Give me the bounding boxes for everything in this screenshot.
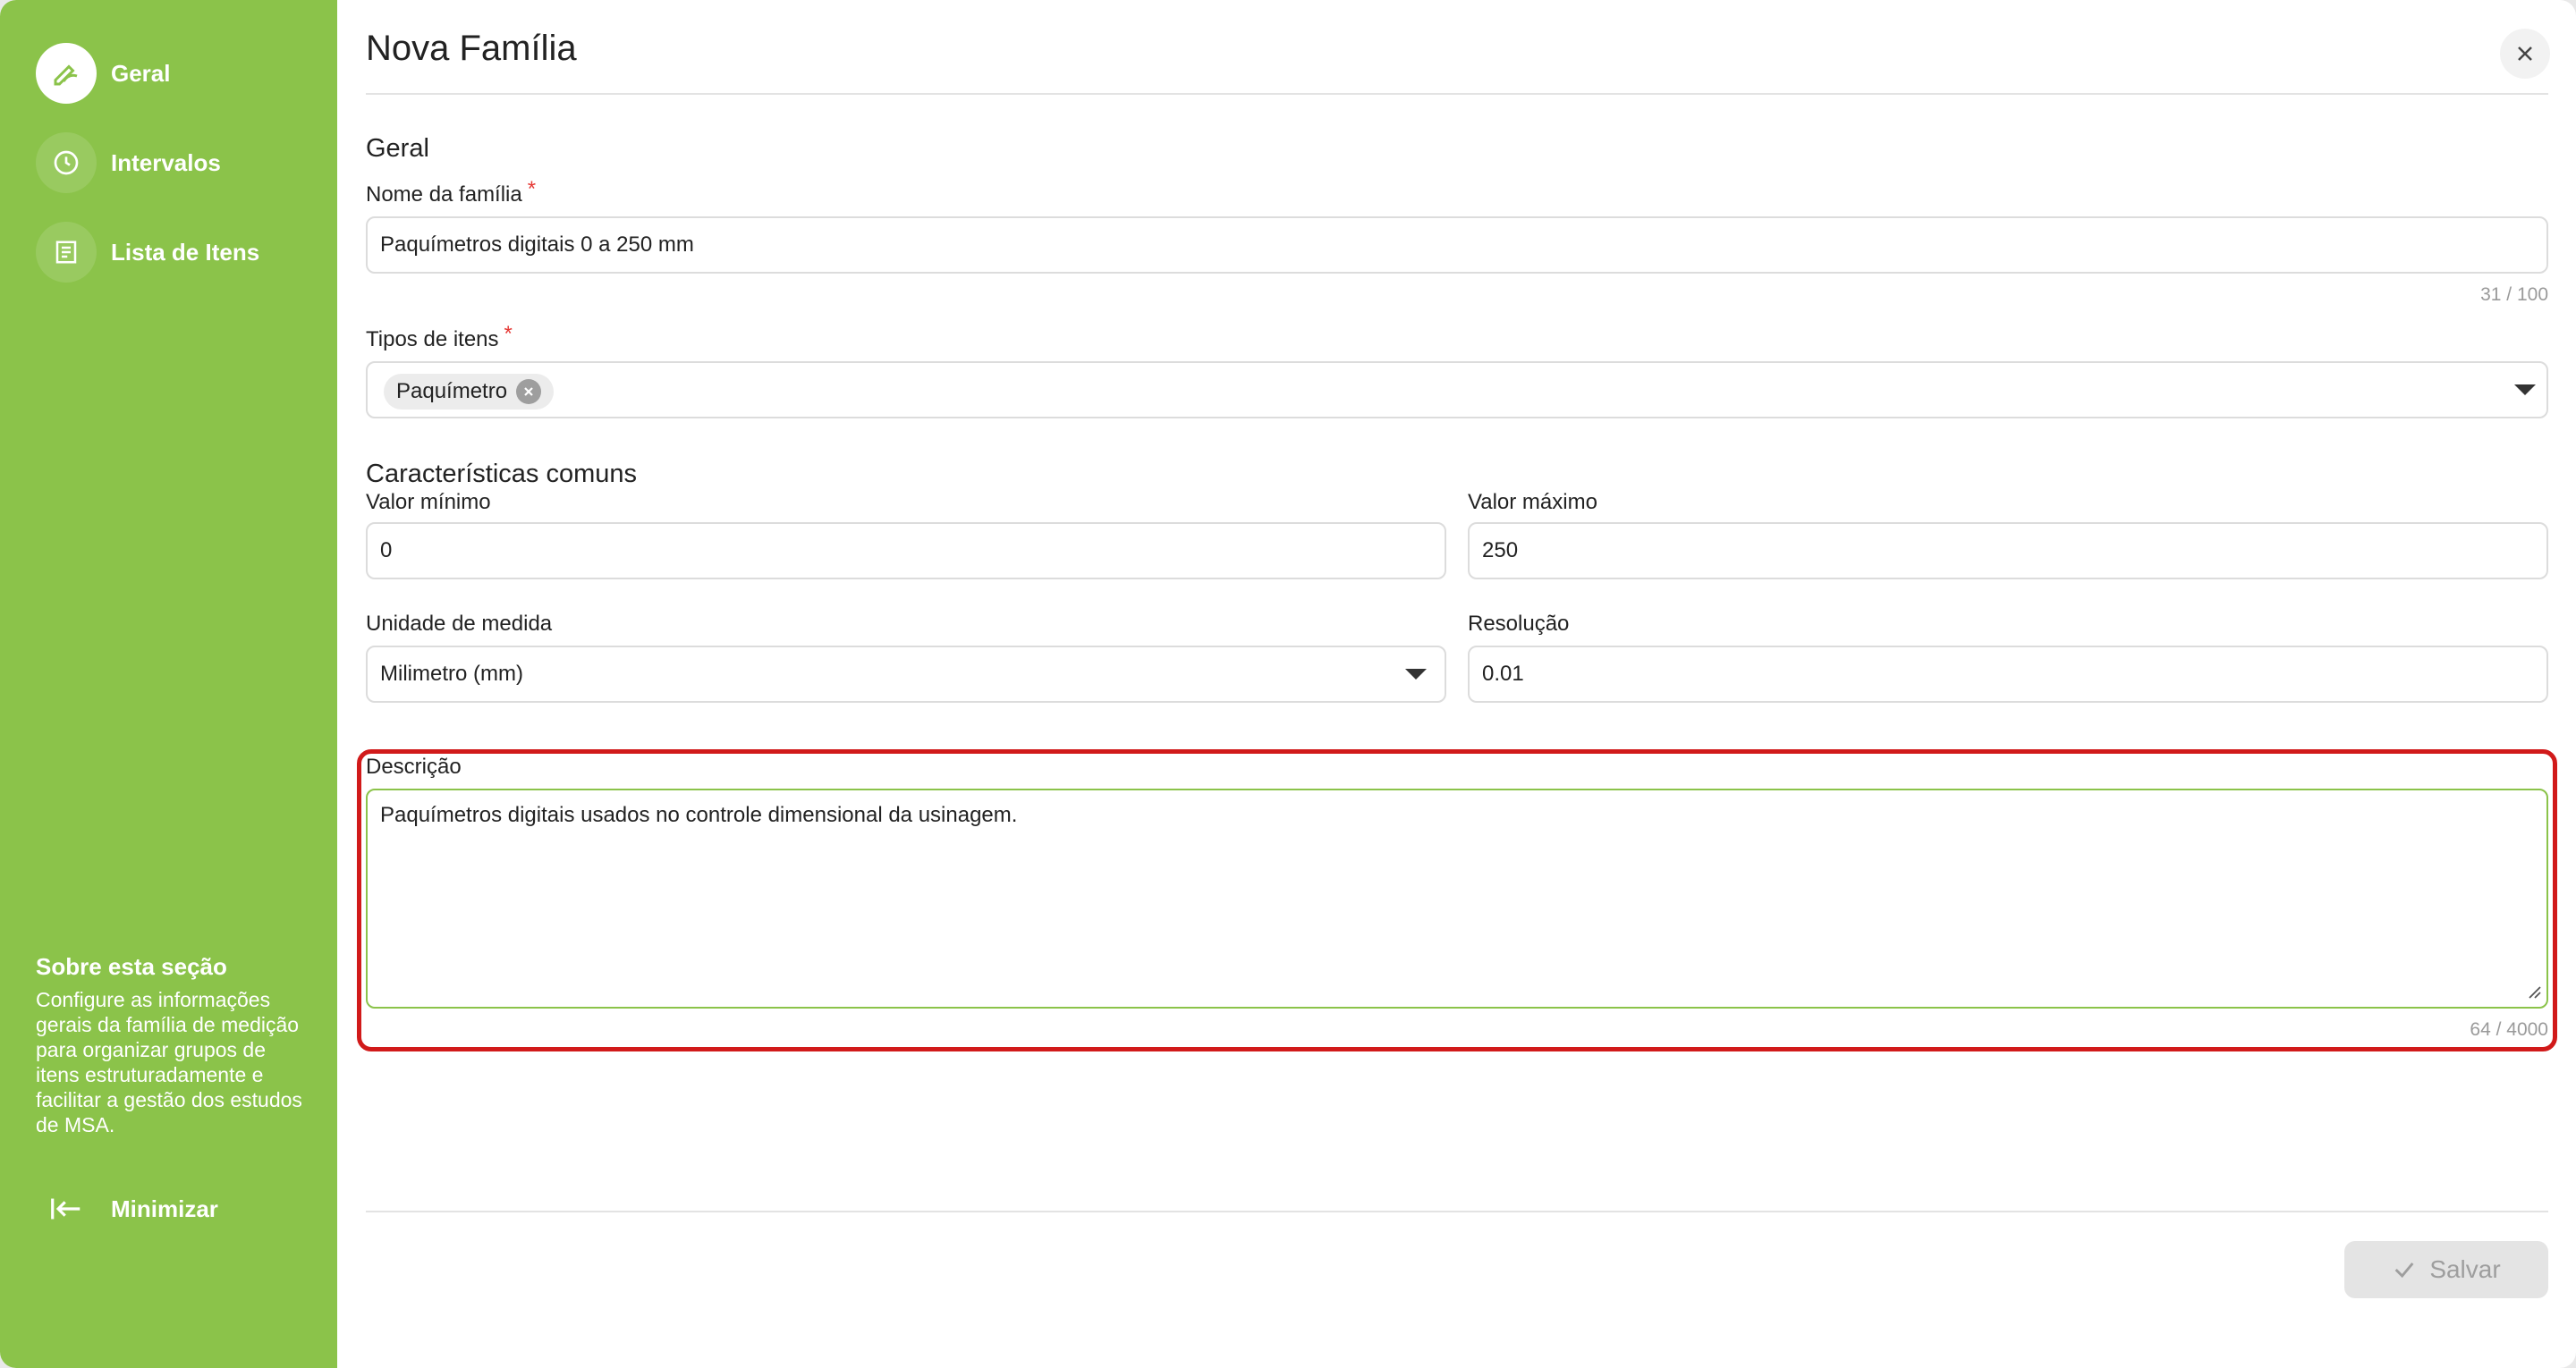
section-title-common: Características comuns: [366, 460, 637, 488]
pencil-icon: [54, 64, 78, 86]
chip-remove-button[interactable]: [516, 379, 542, 404]
resolution-label: Resolução: [1468, 612, 1570, 636]
close-button[interactable]: [2500, 29, 2550, 79]
about-section-text: Configure as informações gerais da famíl…: [36, 988, 302, 1136]
description-label: Descrição: [366, 755, 462, 779]
about-section-title: Sobre esta seção: [36, 953, 227, 980]
clock-icon: [54, 150, 79, 175]
sidebar-item-lista-de-itens[interactable]: Lista de Itens: [36, 222, 322, 283]
max-value-input[interactable]: [1468, 522, 2548, 579]
header-divider: [366, 93, 2548, 95]
page-title: Nova Família: [366, 29, 577, 68]
sidebar-item-label: Lista de Itens: [111, 238, 260, 266]
list-icon: [55, 241, 77, 264]
save-button[interactable]: Salvar: [2344, 1241, 2548, 1298]
unit-label: Unidade de medida: [366, 612, 553, 636]
required-marker: *: [504, 322, 513, 346]
description-counter: 64 / 4000: [2470, 1019, 2548, 1040]
description-textarea[interactable]: Paquímetros digitais usados no controle …: [366, 789, 2548, 1009]
section-title-general: Geral: [366, 134, 429, 163]
min-value-input[interactable]: [366, 522, 1446, 579]
resize-grip-icon[interactable]: [2524, 982, 2542, 1000]
sidebar-item-geral[interactable]: Geral: [36, 43, 322, 104]
sidebar-item-intervalos[interactable]: Intervalos: [36, 132, 322, 193]
resolution-input[interactable]: [1468, 646, 2548, 703]
sidebar: Geral Intervalos Lista de Itens Sobre es…: [0, 0, 337, 1368]
family-name-counter: 31 / 100: [2480, 284, 2548, 305]
item-types-select[interactable]: Paquímetro: [366, 361, 2548, 418]
unit-select[interactable]: Milimetro (mm): [366, 646, 1446, 703]
new-family-modal: Geral Intervalos Lista de Itens Sobre es…: [0, 0, 2576, 1368]
item-type-chip: Paquímetro: [384, 374, 555, 410]
check-icon: [2394, 1262, 2414, 1279]
minimize-button[interactable]: Minimizar: [50, 1191, 283, 1227]
sidebar-item-label: Intervalos: [111, 148, 221, 176]
minimize-label: Minimizar: [111, 1195, 218, 1222]
unit-selected-value: Milimetro (mm): [380, 662, 523, 686]
min-value-label: Valor mínimo: [366, 490, 491, 514]
main-content: Nova Família Geral Nome da família* 31 /…: [337, 0, 2576, 1368]
sidebar-item-label: Geral: [111, 59, 171, 87]
item-types-label: Tipos de itens *: [366, 322, 513, 351]
chevron-down-icon: [2514, 384, 2536, 395]
required-marker: *: [527, 177, 537, 201]
family-name-label: Nome da família *: [366, 177, 537, 207]
footer-divider: [366, 1211, 2548, 1212]
close-icon: [2518, 46, 2532, 61]
family-name-input[interactable]: [366, 216, 2548, 274]
max-value-label: Valor máximo: [1468, 490, 1597, 514]
close-icon: [524, 387, 533, 396]
collapse-left-icon: [51, 1198, 80, 1220]
save-button-label: Salvar: [2429, 1255, 2501, 1283]
chevron-down-icon: [1405, 669, 1427, 680]
